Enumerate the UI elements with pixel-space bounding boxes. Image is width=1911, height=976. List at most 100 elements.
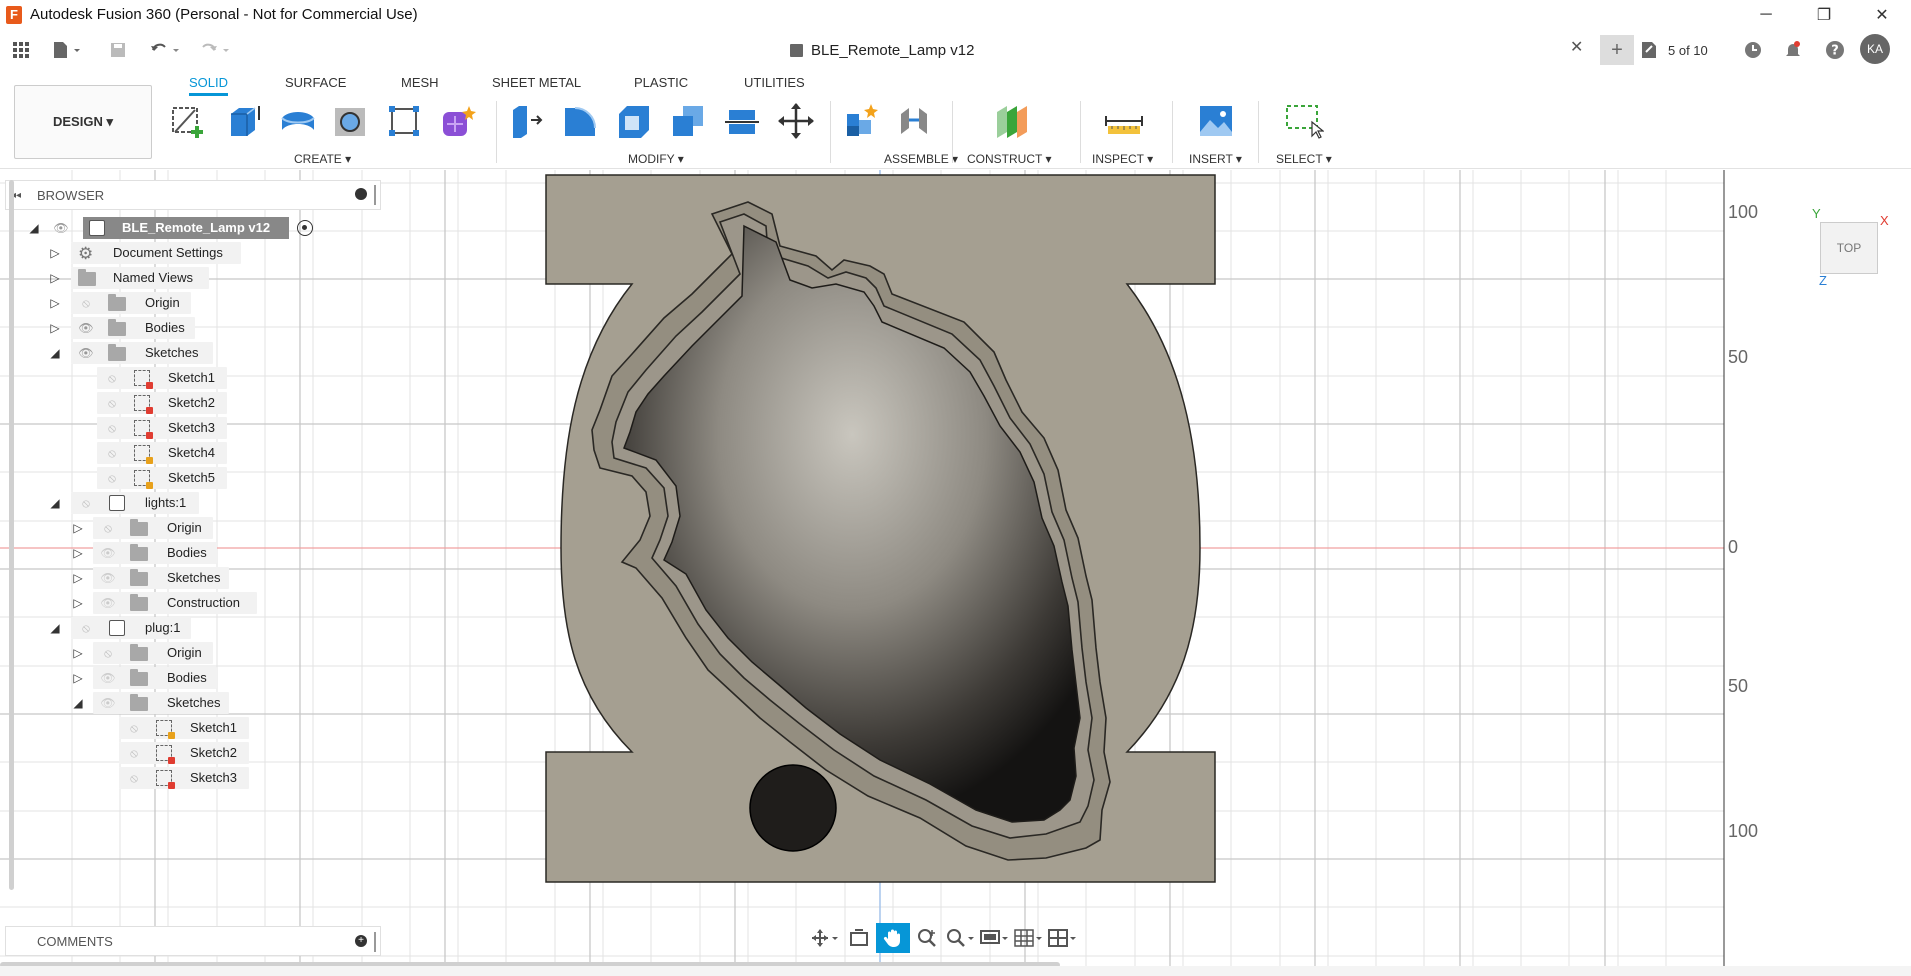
visibility-eye-icon[interactable]: 👁 [99,696,117,710]
modify-group-label[interactable]: MODIFY ▾ [628,152,684,166]
window-select-icon[interactable] [1284,100,1324,142]
tree-row-sketches[interactable]: ◢ 👁 Sketches [5,691,381,715]
visibility-eye-icon[interactable]: 👁 [99,596,117,610]
new-tab-button[interactable]: + [1600,35,1634,65]
file-menu-icon[interactable] [48,37,86,63]
construct-group-label[interactable]: CONSTRUCT ▾ [967,152,1051,166]
save-icon[interactable] [106,37,130,63]
tree-row-origin[interactable]: ▷ ⦸ Origin [5,291,381,315]
create-form-icon[interactable] [438,100,478,142]
visibility-eye-icon[interactable]: 👁 [77,346,95,360]
expand-icon[interactable]: ▷ [48,246,62,260]
restore-button[interactable]: ❐ [1795,0,1853,29]
tree-row-bodies[interactable]: ▷ 👁 Bodies [5,316,381,340]
tree-row-sketch[interactable]: ⦸ Sketch3 [5,416,381,440]
tree-row-document-settings[interactable]: ▷ ⚙ Document Settings [5,241,381,265]
display-settings-icon[interactable] [978,923,1012,953]
panel-pin-handle[interactable] [374,185,376,205]
hidden-eye-icon[interactable]: ⦸ [77,496,95,510]
tree-row-origin[interactable]: ▷ ⦸ Origin [5,641,381,665]
expand-icon[interactable]: ▷ [71,521,85,535]
job-status-icon[interactable] [1740,37,1766,63]
hidden-eye-icon[interactable]: ⦸ [103,421,121,435]
tree-row-sketch[interactable]: ⦸ Sketch2 [5,391,381,415]
hidden-eye-icon[interactable]: ⦸ [99,646,117,660]
tree-row-bodies[interactable]: ▷ 👁 Bodies [5,541,381,565]
assemble-group-label[interactable]: ASSEMBLE ▾ [884,152,958,166]
add-comment-icon[interactable]: + [355,935,367,947]
insert-group-label[interactable]: INSERT ▾ [1189,152,1242,166]
hidden-eye-icon[interactable]: ⦸ [103,471,121,485]
browser-minimize-icon[interactable] [355,188,367,200]
expand-icon[interactable]: ▷ [48,271,62,285]
collapse-icon[interactable]: ◢ [27,221,41,235]
tree-row-sketch[interactable]: ⦸ Sketch3 [5,766,381,790]
tab-mesh[interactable]: MESH [401,75,439,93]
tab-utilities[interactable]: UTILITIES [744,75,805,93]
hidden-eye-icon[interactable]: ⦸ [77,621,95,635]
zoom-icon[interactable] [910,923,944,953]
browser-scrollbar[interactable] [9,180,14,890]
close-document-tab-button[interactable]: ✕ [1570,37,1583,57]
tree-row-sketch[interactable]: ⦸ Sketch5 [5,466,381,490]
collapse-icon[interactable]: ◢ [48,496,62,510]
fit-window-icon[interactable] [944,923,978,953]
grid-settings-icon[interactable] [1012,923,1046,953]
visibility-eye-icon[interactable]: 👁 [99,546,117,560]
user-avatar[interactable]: KA [1860,34,1890,64]
tab-plastic[interactable]: PLASTIC [634,75,688,93]
expand-icon[interactable]: ▷ [71,646,85,660]
hidden-eye-icon[interactable]: ⦸ [125,771,143,785]
move-copy-icon[interactable] [776,100,816,142]
hidden-eye-icon[interactable]: ⦸ [77,296,95,310]
visibility-eye-icon[interactable]: 👁 [99,671,117,685]
tree-row-sketch[interactable]: ⦸ Sketch1 [5,716,381,740]
tab-solid[interactable]: SOLID [189,75,229,96]
pan-hand-icon[interactable] [876,923,910,953]
expand-icon[interactable]: ▷ [71,671,85,685]
collapse-icon[interactable]: ◢ [71,696,85,710]
visibility-eye-icon[interactable]: 👁 [77,321,95,335]
expand-icon[interactable]: ▷ [48,321,62,335]
workspace-switcher[interactable]: DESIGN ▾ [14,85,152,159]
notifications-bell-icon[interactable] [1780,37,1806,63]
tree-row-bodies[interactable]: ▷ 👁 Bodies [5,666,381,690]
create-group-label[interactable]: CREATE ▾ [294,152,351,166]
help-icon[interactable]: ? [1822,37,1848,63]
tree-row-named-views[interactable]: ▷ Named Views [5,266,381,290]
offset-plane-icon[interactable] [992,100,1032,142]
tree-row-component-plug[interactable]: ◢ ⦸ plug:1 [5,616,381,640]
look-at-icon[interactable] [842,923,876,953]
fillet-icon[interactable] [560,100,600,142]
activate-radio-icon[interactable] [297,220,313,236]
tree-row-sketch[interactable]: ⦸ Sketch2 [5,741,381,765]
version-indicator[interactable]: 5 of 10 [1640,37,1708,63]
pattern-icon[interactable] [384,100,424,142]
tree-row-origin[interactable]: ▷ ⦸ Origin [5,516,381,540]
tab-surface[interactable]: SURFACE [285,75,346,93]
apps-grid-icon[interactable] [8,37,34,63]
view-cube[interactable]: TOP [1820,222,1878,274]
hidden-eye-icon[interactable]: ⦸ [103,446,121,460]
hole-icon[interactable] [330,100,370,142]
collapse-icon[interactable]: ◢ [48,621,62,635]
panel-pin-handle[interactable] [374,932,376,952]
hidden-eye-icon[interactable]: ⦸ [99,521,117,535]
shell-icon[interactable] [614,100,654,142]
undo-icon[interactable] [146,37,186,63]
collapse-icon[interactable]: ◢ [48,346,62,360]
tab-sheet-metal[interactable]: SHEET METAL [492,75,581,93]
insert-image-icon[interactable] [1196,100,1236,142]
document-tab[interactable]: BLE_Remote_Lamp v12 [790,37,974,63]
tree-row-sketch[interactable]: ⦸ Sketch4 [5,441,381,465]
select-group-label[interactable]: SELECT ▾ [1276,152,1332,166]
tree-row-component-lights[interactable]: ◢ ⦸ lights:1 [5,491,381,515]
visibility-eye-icon[interactable]: 👁 [52,221,70,235]
joint-icon[interactable] [894,100,934,142]
orbit-icon[interactable] [808,923,842,953]
tree-row-sketch[interactable]: ⦸ Sketch1 [5,366,381,390]
hidden-eye-icon[interactable]: ⦸ [103,396,121,410]
minimize-button[interactable]: ─ [1737,0,1795,29]
measure-icon[interactable] [1104,100,1144,142]
revolve-icon[interactable] [278,100,318,142]
